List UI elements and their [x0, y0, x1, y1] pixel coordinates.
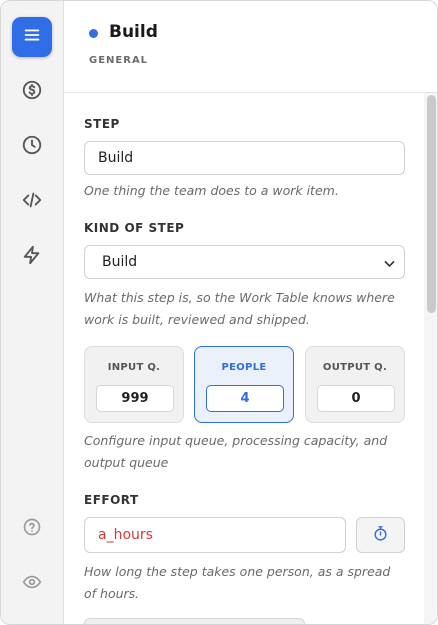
input-queue-value: 999	[121, 391, 149, 406]
help-button[interactable]	[12, 509, 52, 549]
form-content[interactable]: STEP Build One thing the team does to a …	[64, 93, 424, 624]
effort-input[interactable]: a_hours	[84, 517, 346, 553]
step-input-value: Build	[98, 150, 134, 166]
menu-button[interactable]	[12, 17, 52, 57]
output-queue-field[interactable]: 0	[317, 385, 395, 412]
section-subtitle: GENERAL	[89, 55, 149, 66]
cost-button[interactable]	[12, 72, 52, 112]
icon-rail	[1, 1, 64, 624]
input-queue-label: INPUT Q.	[107, 362, 161, 373]
timing-button[interactable]	[12, 127, 52, 167]
effort-label: EFFORT	[84, 493, 139, 507]
effort-input-value: a_hours	[98, 527, 153, 543]
queues-help-text: Configure input queue, processing capaci…	[84, 433, 388, 470]
people-card: PEOPLE 4	[194, 346, 294, 423]
people-value: 4	[240, 391, 250, 406]
code-icon	[21, 189, 43, 215]
output-queue-label: OUTPUT Q.	[322, 362, 388, 373]
step-help-text: One thing the team does to a work item.	[84, 183, 339, 198]
code-button[interactable]	[12, 182, 52, 222]
kind-select-value: Build	[102, 254, 138, 270]
people-label: PEOPLE	[221, 362, 267, 373]
status-dot	[89, 29, 98, 38]
input-queue-field[interactable]: 999	[96, 385, 174, 412]
scrollbar-thumb[interactable]	[427, 95, 436, 313]
kind-help-text: What this step is, so the Work Table kno…	[84, 290, 395, 327]
scrollbar[interactable]	[424, 93, 437, 624]
kind-select[interactable]: Build	[84, 245, 405, 279]
timer-button[interactable]	[356, 517, 405, 553]
effort-help-text: How long the step takes one person, as a…	[84, 564, 391, 601]
eye-icon	[22, 572, 42, 596]
panel-frame: Build GENERAL STEP Build One thing the t…	[0, 0, 438, 625]
panel-header: Build GENERAL	[64, 1, 437, 93]
help-icon	[22, 517, 42, 541]
kind-label: KIND OF STEP	[84, 221, 185, 235]
clock-icon	[21, 134, 43, 160]
preview-button[interactable]	[12, 564, 52, 604]
dollar-icon	[21, 79, 43, 105]
stopwatch-icon	[372, 525, 389, 546]
output-queue-card: OUTPUT Q. 0	[305, 346, 405, 423]
bolt-icon	[21, 244, 43, 270]
step-label: STEP	[84, 117, 120, 131]
automation-button[interactable]	[12, 237, 52, 277]
menu-icon	[21, 24, 43, 50]
output-queue-value: 0	[351, 391, 361, 406]
page-title: Build	[109, 22, 158, 42]
next-section-peek	[84, 618, 305, 624]
chevron-down-icon	[383, 257, 396, 270]
step-input[interactable]: Build	[84, 141, 405, 175]
input-queue-card: INPUT Q. 999	[84, 346, 184, 423]
people-field[interactable]: 4	[206, 385, 284, 412]
